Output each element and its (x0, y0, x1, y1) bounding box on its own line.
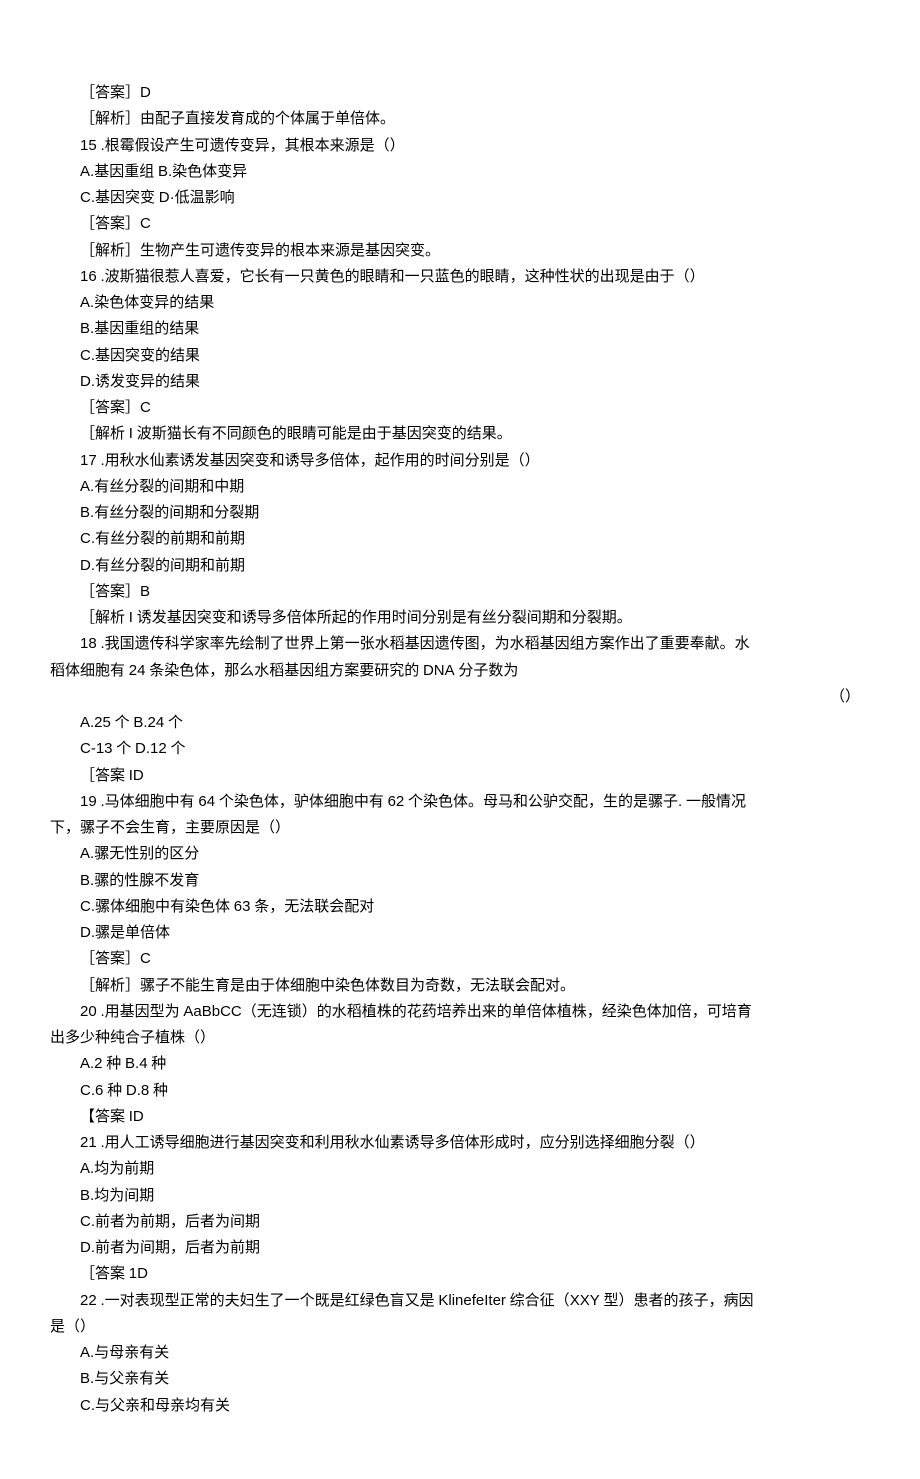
question-line: 17 .用秋水仙素诱发基因突变和诱导多倍体，起作用的时间分别是（） (50, 448, 870, 474)
option-line: C.基因突变的结果 (50, 343, 870, 369)
answer-line: ［答案］B (50, 579, 870, 605)
question-line: 16 .波斯猫很惹人喜爱，它长有一只黄色的眼睛和一只蓝色的眼睛，这种性状的出现是… (50, 264, 870, 290)
explanation-line: ［解析］生物产生可遗传变异的根本来源是基因突变。 (50, 238, 870, 264)
question-line: 21 .用人工诱导细胞进行基因突变和利用秋水仙素诱导多倍体形成时，应分别选择细胞… (50, 1130, 870, 1156)
option-line: B.骡的性腺不发育 (50, 868, 870, 894)
explanation-line: ［解析 I 诱发基因突变和诱导多倍体所起的作用时间分别是有丝分裂间期和分裂期。 (50, 605, 870, 631)
question-line: 20 .用基因型为 AaBbCC（无连锁）的水稻植株的花药培养出来的单倍体植株，… (50, 999, 870, 1025)
question-line: 稻体细胞有 24 条染色体，那么水稻基因组方案要研究的 DNA 分子数为 (50, 658, 870, 684)
option-line: D.骡是单倍体 (50, 920, 870, 946)
option-line: A.25 个 B.24 个 (50, 710, 870, 736)
option-line: A.2 种 B.4 种 (50, 1051, 870, 1077)
option-line: A.与母亲有关 (50, 1340, 870, 1366)
answer-line: ［答案 ID (50, 763, 870, 789)
option-line: D.前者为间期，后者为前期 (50, 1235, 870, 1261)
document-page: ［答案］D［解析］由配子直接发育成的个体属于单倍体。15 .根霉假设产生可遗传变… (0, 0, 920, 1479)
option-line: C.6 种 D.8 种 (50, 1078, 870, 1104)
blank-paren: （） (830, 684, 860, 710)
answer-line: ［答案］C (50, 946, 870, 972)
answer-line: 【答案 ID (50, 1104, 870, 1130)
answer-line: ［答案 1D (50, 1261, 870, 1287)
question-line: 18 .我国遗传科学家率先绘制了世界上第一张水稻基因遗传图，为水稻基因组方案作出… (50, 631, 870, 657)
answer-line: ［答案］C (50, 395, 870, 421)
explanation-line: ［解析］由配子直接发育成的个体属于单倍体。 (50, 106, 870, 132)
option-line: B.有丝分裂的间期和分裂期 (50, 500, 870, 526)
option-line: B.均为间期 (50, 1183, 870, 1209)
option-line: A.骡无性别的区分 (50, 841, 870, 867)
answer-line: ［答案］D (50, 80, 870, 106)
question-line: 15 .根霉假设产生可遗传变异，其根本来源是（） (50, 133, 870, 159)
answer-line: ［答案］C (50, 211, 870, 237)
question-continuation: 出多少种纯合子植株（） (50, 1025, 870, 1051)
option-line: A.均为前期 (50, 1156, 870, 1182)
explanation-line: ［解析］骡子不能生育是由于体细胞中染色体数目为奇数，无法联会配对。 (50, 973, 870, 999)
option-line: B.与父亲有关 (50, 1366, 870, 1392)
option-line: D.诱发变异的结果 (50, 369, 870, 395)
option-line: C.有丝分裂的前期和前期 (50, 526, 870, 552)
question-continuation: 是（） (50, 1314, 870, 1340)
explanation-line: ［解析 I 波斯猫长有不同颜色的眼睛可能是由于基因突变的结果。 (50, 421, 870, 447)
document-body: ［答案］D［解析］由配子直接发育成的个体属于单倍体。15 .根霉假设产生可遗传变… (50, 80, 870, 1419)
option-line: C.与父亲和母亲均有关 (50, 1393, 870, 1419)
question-line: 19 .马体细胞中有 64 个染色体，驴体细胞中有 62 个染色体。母马和公驴交… (50, 789, 870, 815)
option-line: C.骡体细胞中有染色体 63 条，无法联会配对 (50, 894, 870, 920)
option-line: B.基因重组的结果 (50, 316, 870, 342)
option-line: C-13 个 D.12 个 (50, 736, 870, 762)
option-line: A.有丝分裂的间期和中期 (50, 474, 870, 500)
option-line: A.染色体变异的结果 (50, 290, 870, 316)
option-line: D.有丝分裂的间期和前期 (50, 553, 870, 579)
option-line: A.基因重组 B.染色体变异 (50, 159, 870, 185)
question-continuation: 下，骡子不会生育，主要原因是（） (50, 815, 870, 841)
option-line: C.前者为前期，后者为间期 (50, 1209, 870, 1235)
option-line: C.基因突变 D·低温影响 (50, 185, 870, 211)
